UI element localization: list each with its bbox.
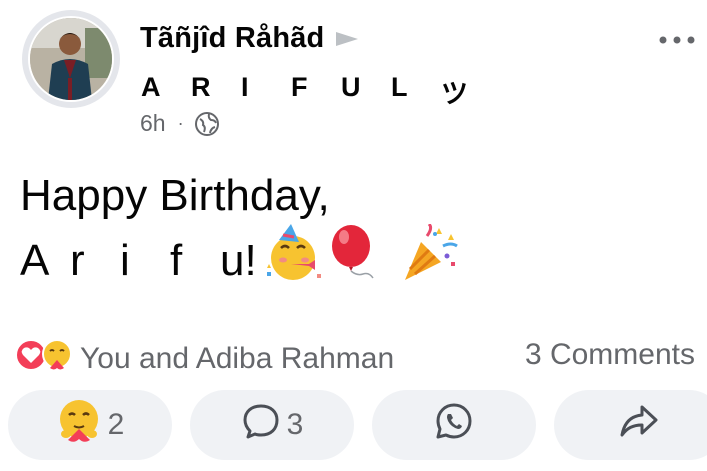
share-button[interactable] <box>554 390 707 460</box>
group-letter: ツ <box>441 79 468 109</box>
post-text-line: A r i f u! <box>20 222 459 298</box>
avatar[interactable] <box>28 16 114 102</box>
react-button[interactable]: 2 <box>8 390 172 460</box>
care-reaction-icon <box>40 338 74 380</box>
whatsapp-share-button[interactable] <box>372 390 536 460</box>
comment-count: 3 <box>286 408 304 441</box>
post-text-line: Happy Birthday, <box>20 171 330 220</box>
group-letter: R <box>191 72 211 102</box>
more-dots-icon[interactable] <box>657 28 697 52</box>
care-reaction-icon <box>56 398 102 452</box>
post-meta: 6h · <box>140 110 220 137</box>
group-letter: F <box>291 72 308 102</box>
post-letter: A <box>20 236 50 285</box>
partying-face-emoji <box>261 224 325 298</box>
party-popper-emoji <box>399 222 459 298</box>
post-letter: f <box>170 236 183 285</box>
meta-separator: · <box>177 113 184 133</box>
reaction-icons <box>14 338 74 380</box>
comments-count-link[interactable]: 3 Comments <box>525 338 695 372</box>
post-body: Happy Birthday, A r i f u! <box>20 168 459 298</box>
group-letter: A <box>141 72 161 102</box>
balloon-emoji <box>327 224 383 298</box>
comment-button[interactable]: 3 <box>190 390 354 460</box>
caret-right-icon <box>334 29 360 49</box>
post-letter: r <box>70 236 85 285</box>
reactions-summary-text: You and Adiba Rahman <box>80 342 395 375</box>
share-icon <box>618 401 660 449</box>
post-letter: u! <box>220 236 257 285</box>
author-name[interactable]: Tãñjîd Råhãd <box>140 22 324 55</box>
whatsapp-icon <box>434 401 474 449</box>
globe-icon[interactable] <box>194 111 220 137</box>
group-name[interactable]: A R I F U L ツ <box>141 72 491 111</box>
group-letter: U <box>341 72 361 102</box>
avatar-ring[interactable] <box>22 10 120 108</box>
react-count: 2 <box>107 408 125 441</box>
comment-icon <box>241 401 281 449</box>
group-letter: L <box>391 72 408 102</box>
post-time[interactable]: 6h <box>140 110 166 137</box>
action-bar: 2 3 <box>8 390 707 460</box>
reactions-summary[interactable]: You and Adiba Rahman <box>14 338 394 380</box>
post-letter: i <box>120 236 130 285</box>
profile-photo <box>30 18 112 100</box>
author-row: Tãñjîd Råhãd <box>140 22 360 55</box>
group-letter: I <box>241 72 249 102</box>
